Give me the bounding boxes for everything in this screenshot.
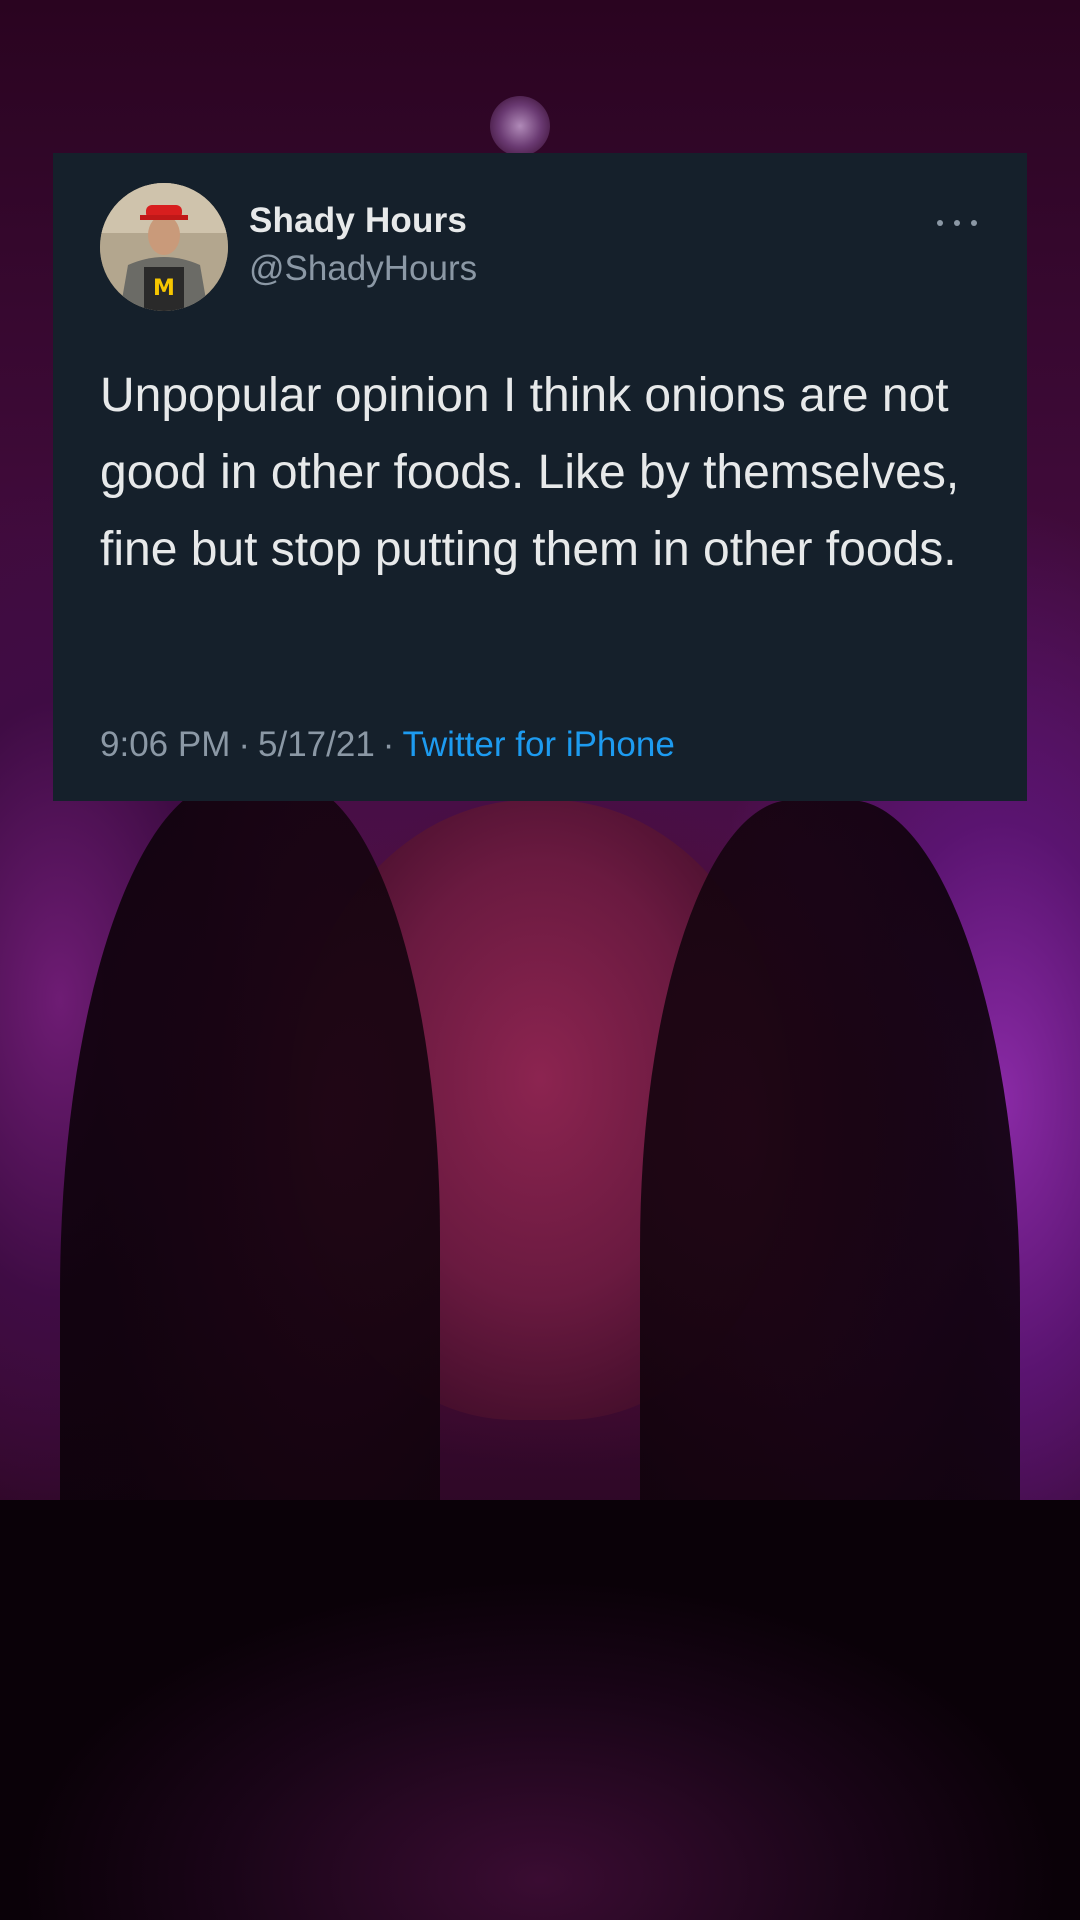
tweet-time: 9:06 PM (100, 725, 231, 764)
tweet-text: Unpopular opinion I think onions are not… (100, 369, 960, 576)
meta-separator: · (238, 725, 251, 764)
background-shoulders (0, 1500, 1080, 1920)
avatar-image: M (100, 183, 228, 311)
tweet-card[interactable]: M Shady Hours @ShadyHours Unpopular opin… (53, 153, 1027, 801)
tweet-source-link[interactable]: Twitter for iPhone (402, 725, 674, 764)
user-handle[interactable]: @ShadyHours (249, 249, 477, 289)
background-lamp (490, 96, 550, 156)
display-name[interactable]: Shady Hours (249, 201, 467, 241)
svg-text:M: M (153, 276, 175, 301)
more-horizontal-icon[interactable] (937, 213, 977, 233)
tweet-meta: 9:06 PM · 5/17/21 · Twitter for iPhone (100, 725, 675, 765)
video-background: M Shady Hours @ShadyHours Unpopular opin… (0, 0, 1080, 1920)
meta-separator: · (382, 725, 395, 764)
tweet-date: 5/17/21 (258, 725, 375, 764)
avatar[interactable]: M (100, 183, 228, 311)
